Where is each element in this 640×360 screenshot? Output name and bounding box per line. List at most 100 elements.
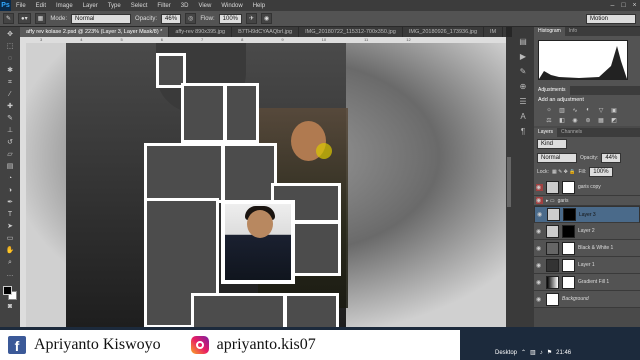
healing-tool-icon[interactable]: ✚ xyxy=(4,102,16,112)
layer-item[interactable]: ◉ garis copy xyxy=(534,179,640,196)
actions-panel-icon[interactable]: ▶ xyxy=(520,52,526,61)
path-select-tool-icon[interactable]: ➤ xyxy=(4,222,16,232)
character-panel-icon[interactable]: A xyxy=(520,112,525,121)
properties-panel-icon[interactable]: ☰ xyxy=(519,97,526,106)
quick-mask-icon[interactable]: ◙ xyxy=(4,302,16,312)
tab-info[interactable]: Info xyxy=(565,27,581,36)
lock-icons[interactable]: ▦ ✎ ✥ 🔒 xyxy=(552,169,576,175)
menu-select[interactable]: Select xyxy=(126,3,153,9)
layer-opacity-input[interactable]: 44% xyxy=(601,153,622,163)
tab-document[interactable]: IMG_20180926_173936.jpg xyxy=(402,27,485,37)
minimize-button[interactable]: – xyxy=(607,2,618,9)
menu-window[interactable]: Window xyxy=(216,3,247,9)
paragraph-panel-icon[interactable]: ¶ xyxy=(521,127,525,136)
chevron-up-icon[interactable]: ⌃ xyxy=(521,349,526,356)
eye-icon[interactable]: ◉ xyxy=(536,262,543,269)
channel-mixer-icon[interactable]: ⊛ xyxy=(583,117,593,124)
shape-tool-icon[interactable]: ▭ xyxy=(4,234,16,244)
vibrance-icon[interactable]: ▽ xyxy=(596,107,606,114)
menu-filter[interactable]: Filter xyxy=(152,3,175,9)
dodge-tool-icon[interactable]: ◑ xyxy=(4,186,16,196)
layer-item-selected[interactable]: ◉ Layer 3 xyxy=(534,206,640,223)
foreground-color-swatch[interactable] xyxy=(3,286,12,295)
layer-item[interactable]: ◉ Black & White 1 xyxy=(534,240,640,257)
tab-document[interactable]: affy-rev 890x395.jpg xyxy=(169,27,233,37)
history-brush-icon[interactable]: ↺ xyxy=(4,138,16,148)
layer-item[interactable]: ◉ Background xyxy=(534,291,640,308)
gradient-tool-icon[interactable]: ▤ xyxy=(4,162,16,172)
kind-filter[interactable]: Kind xyxy=(537,139,567,149)
volume-icon[interactable]: ♪ xyxy=(540,350,543,356)
tab-document-active[interactable]: affy rev kolase 2.psd @ 223% (Layer 3, L… xyxy=(20,27,170,37)
desktop-label[interactable]: Desktop xyxy=(495,350,517,356)
layer-mask-thumbnail[interactable] xyxy=(562,258,575,272)
flow-input[interactable]: 100% xyxy=(218,13,243,24)
eyedropper-tool-icon[interactable]: ⁄ xyxy=(4,90,16,100)
brush-panel-icon[interactable]: ✎ xyxy=(520,67,527,76)
menu-layer[interactable]: Layer xyxy=(78,3,103,9)
eye-icon[interactable]: ◉ xyxy=(536,296,543,303)
curves-icon[interactable]: ∿ xyxy=(570,107,580,114)
photo-filter-icon[interactable]: ◉ xyxy=(570,117,580,124)
history-panel-icon[interactable]: ▤ xyxy=(519,37,527,46)
eye-icon[interactable]: ◉ xyxy=(537,211,544,218)
layer-group[interactable]: ◉ ▸ ▭ garis xyxy=(534,196,640,206)
exposure-icon[interactable]: ◐ xyxy=(583,107,593,114)
mode-select[interactable]: Normal xyxy=(71,13,132,24)
menu-3d[interactable]: 3D xyxy=(176,3,194,9)
hue-sat-icon[interactable]: ▣ xyxy=(609,107,619,114)
brush-tool-icon[interactable]: ✎ xyxy=(4,114,16,124)
levels-icon[interactable]: ▥ xyxy=(557,107,567,114)
lookup-icon[interactable]: ▦ xyxy=(596,117,606,124)
scrollbar-thumb[interactable] xyxy=(507,157,511,207)
tab-document[interactable]: B7TH9dCYAAQbrl.jpg xyxy=(232,27,300,37)
color-balance-icon[interactable]: ⚖ xyxy=(544,117,554,124)
menu-file[interactable]: File xyxy=(11,3,31,9)
eye-icon[interactable]: ◉ xyxy=(536,279,543,286)
move-tool-icon[interactable]: ✥ xyxy=(4,30,16,40)
quick-select-tool-icon[interactable]: ✱ xyxy=(4,66,16,76)
menu-type[interactable]: Type xyxy=(103,3,126,9)
pressure-opacity-icon[interactable]: ◎ xyxy=(185,13,197,24)
layer-mask-thumbnail[interactable] xyxy=(562,241,575,255)
zoom-tool-icon[interactable]: ⌕ xyxy=(4,258,16,268)
crop-tool-icon[interactable]: ⌗ xyxy=(4,78,16,88)
airbrush-icon[interactable]: ✈ xyxy=(246,13,258,24)
stamp-tool-icon[interactable]: ⊥ xyxy=(4,126,16,136)
tab-channels[interactable]: Channels xyxy=(557,128,586,137)
network-icon[interactable]: ▥ xyxy=(530,349,536,356)
tab-layers[interactable]: Layers xyxy=(534,128,558,137)
layer-item[interactable]: ◉ Layer 2 xyxy=(534,223,640,240)
pressure-size-icon[interactable]: ◉ xyxy=(261,13,273,24)
fill-input[interactable]: 100% xyxy=(589,167,613,177)
marquee-tool-icon[interactable]: ⬚ xyxy=(4,42,16,52)
layer-mask-thumbnail[interactable] xyxy=(562,275,575,289)
eye-icon[interactable]: ◉ xyxy=(536,245,543,252)
tab-histogram[interactable]: Histogram xyxy=(534,27,565,36)
blur-tool-icon[interactable]: ◔ xyxy=(4,174,16,184)
more-tools-icon[interactable]: … xyxy=(4,270,16,280)
invert-icon[interactable]: ◩ xyxy=(609,117,619,124)
lasso-tool-icon[interactable]: ◌ xyxy=(4,54,16,64)
layer-item[interactable]: ◉ Gradient Fill 1 xyxy=(534,274,640,291)
menu-image[interactable]: Image xyxy=(51,3,78,9)
black-white-icon[interactable]: ◧ xyxy=(557,117,567,124)
close-button[interactable]: × xyxy=(629,2,640,9)
type-tool-icon[interactable]: T xyxy=(4,210,16,220)
layer-item[interactable]: ◉ Layer 1 xyxy=(534,257,640,274)
brush-size-picker[interactable]: ●▾ xyxy=(18,13,31,24)
layer-mask-thumbnail[interactable] xyxy=(562,180,575,194)
tab-adjustments[interactable]: Adjustments xyxy=(534,86,570,95)
menu-help[interactable]: Help xyxy=(248,3,270,9)
eye-icon[interactable]: ◉ xyxy=(536,228,543,235)
brush-panel-icon[interactable]: ▦ xyxy=(34,13,47,24)
workspace-select[interactable]: Motion xyxy=(586,13,636,24)
layer-mask-thumbnail[interactable] xyxy=(563,208,576,221)
layer-mask-thumbnail[interactable] xyxy=(562,224,575,238)
brightness-icon[interactable]: ☼ xyxy=(544,107,554,114)
hand-tool-icon[interactable]: ✋ xyxy=(4,246,16,256)
eraser-tool-icon[interactable]: ▱ xyxy=(4,150,16,160)
pen-tool-icon[interactable]: ✒ xyxy=(4,198,16,208)
flag-icon[interactable]: ⚑ xyxy=(547,349,552,356)
tab-document[interactable]: IM xyxy=(484,27,504,37)
